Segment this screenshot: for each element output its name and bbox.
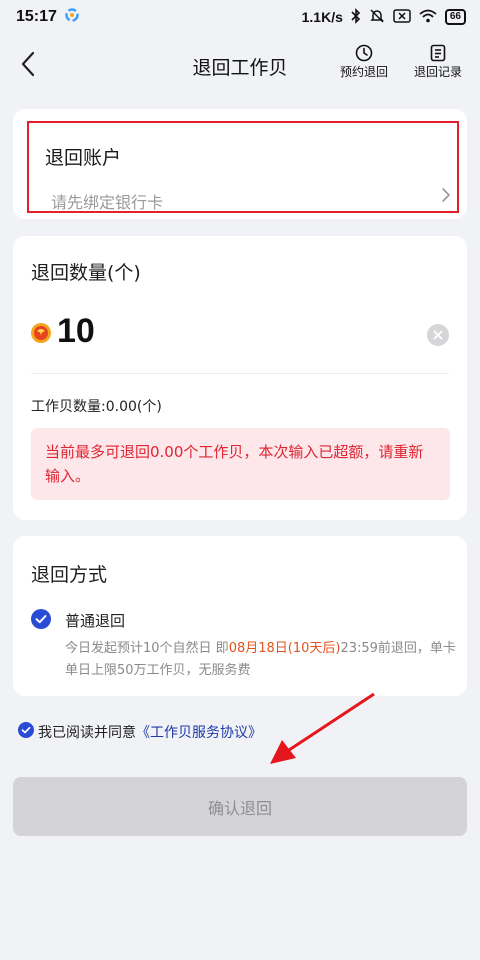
account-highlight-box[interactable]: 退回账户 请先绑定银行卡 xyxy=(27,121,459,213)
account-title: 退回账户 xyxy=(45,147,122,169)
coin-icon xyxy=(30,322,52,348)
balance-text: 工作贝数量:0.00(个) xyxy=(31,399,162,415)
method-option-label[interactable]: 普通退回 xyxy=(65,610,125,631)
clear-input-button[interactable] xyxy=(427,324,449,346)
return-records-label: 退回记录 xyxy=(414,65,463,79)
quantity-card: 退回数量(个) 10 工作贝数量:0.00(个) 当前最多可退回0.00个工作贝… xyxy=(13,236,467,520)
method-description: 今日发起预计10个自然日 即08月18日(10天后)23:59前退回，单卡单日上… xyxy=(65,638,461,682)
document-icon xyxy=(430,44,446,62)
status-left: 15:17 xyxy=(16,8,79,26)
quantity-title: 退回数量(个) xyxy=(31,262,141,284)
service-agreement-link[interactable]: 《工作贝服务协议》 xyxy=(136,722,262,742)
agreement-text: 我已阅读并同意 xyxy=(38,725,136,741)
wifi-icon xyxy=(419,9,437,26)
status-time: 15:17 xyxy=(16,8,57,25)
bluetooth-icon xyxy=(351,7,361,27)
mute-bell-icon xyxy=(369,8,385,27)
return-records-button[interactable]: 退回记录 xyxy=(414,44,462,80)
agreement-row: 我已阅读并同意 《工作贝服务协议》 xyxy=(18,722,262,742)
method-card: 退回方式 普通退回 今日发起预计10个自然日 即08月18日(10天后)23:5… xyxy=(13,536,467,696)
net-speed: 1.1K/s xyxy=(301,9,343,25)
divider xyxy=(31,373,449,374)
battery-icon: 66 xyxy=(444,9,466,25)
sim-blocked-icon xyxy=(393,8,411,26)
quantity-input[interactable]: 10 xyxy=(57,312,95,351)
radio-checked-icon[interactable] xyxy=(31,609,51,633)
desc-highlight-date: 08月18日(10天后) xyxy=(228,641,341,656)
agreement-checkbox-icon[interactable] xyxy=(18,722,34,742)
status-bar: 15:17 1.1K/s 66 xyxy=(0,0,480,34)
schedule-return-label: 预约退回 xyxy=(340,65,389,79)
method-title: 退回方式 xyxy=(31,564,108,586)
nav-bar: 退回工作贝 预约退回 退回记录 xyxy=(0,34,480,98)
status-right: 1.1K/s 66 xyxy=(301,7,466,27)
account-card: 退回账户 请先绑定银行卡 xyxy=(13,109,467,219)
schedule-return-button[interactable]: 预约退回 xyxy=(340,44,388,80)
chevron-right-icon xyxy=(441,187,451,207)
page-title: 退回工作贝 xyxy=(192,57,288,79)
error-message: 当前最多可退回0.00个工作贝，本次输入已超额，请重新输入。 xyxy=(31,428,450,500)
clock-icon xyxy=(355,44,373,62)
desc-prefix: 今日发起预计10个自然日 即 xyxy=(65,641,229,656)
app-notification-icon xyxy=(65,8,79,26)
annotation-arrow-icon xyxy=(260,690,380,774)
clear-icon xyxy=(427,324,449,346)
confirm-return-button[interactable]: 确认退回 xyxy=(13,777,467,836)
bind-bank-card-prompt[interactable]: 请先绑定银行卡 xyxy=(51,189,163,213)
